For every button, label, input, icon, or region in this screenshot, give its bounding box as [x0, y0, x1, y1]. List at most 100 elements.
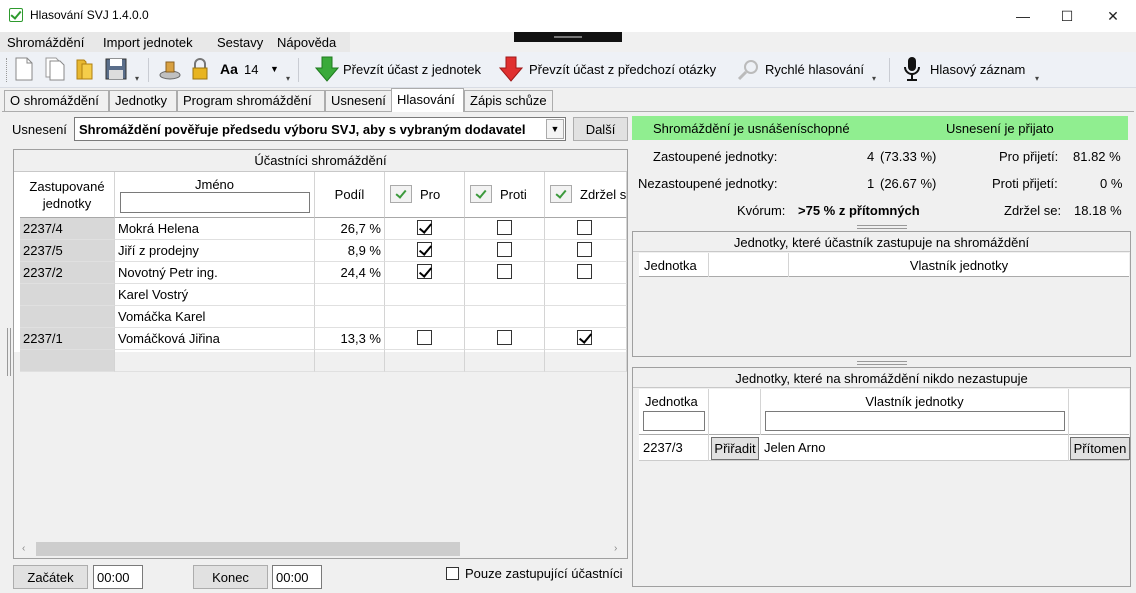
minimize-button[interactable]: — — [1000, 0, 1046, 32]
participant-unit-cell — [20, 350, 115, 372]
tab-hlasovani[interactable]: Hlasování — [391, 88, 464, 112]
participant-abstain-cell — [545, 262, 627, 284]
participant-name-cell[interactable]: Jiří z prodejny — [115, 240, 315, 262]
save-icon[interactable] — [104, 57, 128, 81]
abstain-checkbox[interactable] — [577, 330, 592, 345]
font-size-dropdown-icon[interactable]: ▼ — [270, 64, 279, 74]
participant-name-cell[interactable] — [115, 350, 315, 372]
chevron-down-icon[interactable]: ▼ — [546, 119, 564, 139]
font-label: Aa — [220, 61, 238, 77]
for-checkbox[interactable] — [417, 220, 432, 235]
menu-shromazdeni[interactable]: Shromáždění — [7, 35, 84, 50]
open-folder-icon[interactable] — [74, 57, 96, 81]
participants-panel: Účastníci shromáždění Zastupované jednot… — [13, 149, 628, 559]
tab-strip: O shromáždění Jednotky Program shromáždě… — [0, 88, 1136, 112]
tab-jednotky[interactable]: Jednotky — [109, 90, 177, 111]
take-previous-button[interactable]: Převzít účast z předchozí otázky — [529, 62, 716, 77]
participant-against-cell — [465, 284, 545, 306]
green-down-arrow-icon[interactable] — [315, 56, 339, 82]
represented-col-owner: Vlastník jednotky — [909, 258, 1009, 273]
drag-grip[interactable] — [514, 32, 622, 42]
abstain-checkbox[interactable] — [577, 242, 592, 257]
only-representing-label: Pouze zastupující účastníci — [465, 566, 623, 581]
menu-napoveda[interactable]: Nápověda — [277, 35, 336, 50]
participant-for-cell — [385, 328, 465, 350]
participant-for-cell — [385, 284, 465, 306]
against-checkbox[interactable] — [497, 242, 512, 257]
close-button[interactable]: ✕ — [1090, 0, 1136, 32]
quick-vote-dropdown-icon[interactable]: ▾ — [872, 74, 876, 83]
participant-name-cell[interactable]: Mokrá Helena — [115, 218, 315, 240]
quorate-status: Shromáždění je usnášeníschopné — [653, 121, 850, 136]
voice-record-dropdown-icon[interactable]: ▾ — [1035, 74, 1039, 83]
against-checkbox[interactable] — [497, 264, 512, 279]
save-dropdown-icon[interactable]: ▾ — [135, 74, 139, 83]
maximize-button[interactable]: ☐ — [1044, 0, 1090, 32]
participant-name-cell[interactable]: Vomáčka Karel — [115, 306, 315, 328]
against-checkbox[interactable] — [497, 220, 512, 235]
unrepresented-col-unit-label: Jednotka — [645, 394, 698, 409]
participant-share-cell — [315, 350, 385, 372]
left-splitter[interactable] — [7, 328, 11, 376]
against-checkbox[interactable] — [497, 330, 512, 345]
header-against-checkbox[interactable] — [470, 185, 492, 203]
present-button[interactable]: Přítomen — [1070, 437, 1130, 460]
menu-sestavy[interactable]: Sestavy — [217, 35, 263, 50]
header-for-checkbox[interactable] — [390, 185, 412, 203]
stamp-icon[interactable] — [158, 58, 182, 80]
for-checkbox[interactable] — [417, 330, 432, 345]
tab-zapis[interactable]: Zápis schůze — [464, 90, 553, 111]
panel-splitter[interactable] — [857, 225, 907, 229]
microphone-icon[interactable] — [902, 56, 922, 82]
font-dropdown-icon[interactable]: ▾ — [286, 74, 290, 83]
search-icon[interactable] — [737, 58, 761, 82]
quick-vote-button[interactable]: Rychlé hlasování — [765, 62, 864, 77]
end-time-input[interactable]: 00:00 — [272, 565, 322, 589]
unit-filter-input[interactable] — [643, 411, 705, 431]
end-button[interactable]: Konec — [193, 565, 268, 589]
toolbar-separator — [148, 58, 149, 82]
assign-button[interactable]: Přiřadit — [711, 437, 759, 460]
header-name: Jméno — [115, 172, 315, 218]
unrepresented-col-owner-label: Vlastník jednotky — [865, 394, 964, 409]
tab-o-shromazdeni[interactable]: O shromáždění — [4, 90, 109, 111]
take-units-button[interactable]: Převzít účast z jednotek — [343, 62, 481, 77]
menu-import[interactable]: Import jednotek — [103, 35, 193, 50]
resolution-select[interactable]: Shromáždění pověřuje předsedu výboru SVJ… — [74, 117, 566, 141]
name-filter-input[interactable] — [120, 192, 310, 213]
status-banner: Shromáždění je usnášeníschopné Usnesení … — [632, 116, 1128, 140]
lock-icon[interactable] — [190, 58, 210, 80]
window-title: Hlasování SVJ 1.4.0.0 — [30, 8, 149, 22]
header-units-line1: Zastupované — [29, 179, 105, 194]
header-abstain-checkbox[interactable] — [550, 185, 572, 203]
voice-record-button[interactable]: Hlasový záznam — [930, 62, 1025, 77]
participant-share-cell: 8,9 % — [315, 240, 385, 262]
scrollbar-thumb[interactable] — [36, 542, 460, 556]
header-for: Pro — [385, 172, 465, 218]
for-checkbox[interactable] — [417, 242, 432, 257]
abstain-checkbox[interactable] — [577, 220, 592, 235]
scroll-right-icon[interactable]: › — [614, 543, 617, 554]
for-checkbox[interactable] — [417, 264, 432, 279]
copy-file-icon[interactable] — [44, 57, 66, 81]
tab-usneseni[interactable]: Usnesení — [325, 90, 392, 111]
participant-name-cell[interactable]: Novotný Petr ing. — [115, 262, 315, 284]
panel-splitter[interactable] — [857, 361, 907, 365]
new-file-icon[interactable] — [14, 57, 34, 81]
abstain-checkbox[interactable] — [577, 264, 592, 279]
scroll-left-icon[interactable]: ‹ — [22, 543, 25, 554]
start-time-input[interactable]: 00:00 — [93, 565, 143, 589]
owner-filter-input[interactable] — [765, 411, 1065, 431]
quorum-value: >75 % z přítomných — [798, 203, 920, 218]
next-button[interactable]: Další — [573, 117, 628, 141]
start-button[interactable]: Začátek — [13, 565, 88, 589]
participant-abstain-cell — [545, 328, 627, 350]
font-size-value[interactable]: 14 — [244, 62, 258, 77]
only-representing-checkbox[interactable] — [446, 567, 459, 580]
header-units: Zastupované jednotky — [20, 172, 115, 218]
participant-name-cell[interactable]: Karel Vostrý — [115, 284, 315, 306]
participant-name-cell[interactable]: Vomáčková Jiřina — [115, 328, 315, 350]
tab-program[interactable]: Program shromáždění — [177, 90, 325, 111]
for-label: Pro přijetí: — [999, 149, 1059, 164]
red-down-arrow-icon[interactable] — [499, 56, 523, 82]
